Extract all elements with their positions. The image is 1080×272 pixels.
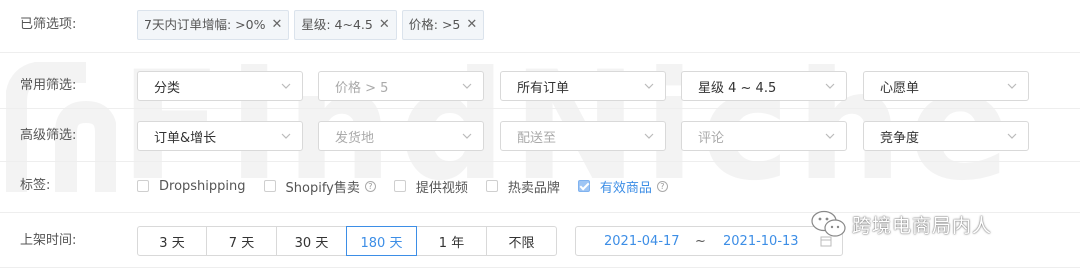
wechat-watermark: 跨境电商局内人 xyxy=(810,209,992,239)
common-filters-row: 常用筛选: 分类 价格 > 5 所有订单 星级 4 ~ 4.5 心愿单 xyxy=(0,71,1080,101)
chevron-down-icon xyxy=(825,133,835,139)
select-value: 分类 xyxy=(154,80,181,96)
competition-select[interactable]: 竞争度 xyxy=(863,121,1029,151)
checkbox[interactable] xyxy=(485,180,498,192)
select-value: 竞争度 xyxy=(880,130,920,146)
date-from[interactable]: 2021-04-17 xyxy=(604,234,680,249)
option-1-year[interactable]: 1 年 xyxy=(416,226,487,256)
divider xyxy=(0,108,1080,109)
wechat-icon xyxy=(811,210,846,237)
option-unlimited[interactable]: 不限 xyxy=(486,226,557,256)
option-7-days[interactable]: 7 天 xyxy=(206,226,277,256)
select-value: 订单&增长 xyxy=(154,130,217,146)
tag-hot-brand[interactable]: 热卖品牌 xyxy=(485,177,560,196)
chevron-down-icon xyxy=(644,133,654,139)
reviews-select[interactable]: 评论 xyxy=(681,121,847,151)
select-value: 心愿单 xyxy=(880,80,920,96)
date-range-picker[interactable]: 2021-04-17 ~ 2021-10-13 xyxy=(575,226,843,256)
selected-filters-label: 已筛选项: xyxy=(20,17,77,32)
tag-label: 有效商品 xyxy=(599,180,652,196)
divider xyxy=(0,161,1080,162)
chevron-down-icon xyxy=(1007,83,1017,89)
help-icon[interactable]: ? xyxy=(364,180,376,192)
common-filters-label: 常用筛选: xyxy=(20,78,77,93)
listing-time-options: 3 天 7 天 30 天 180 天 1 年 不限 xyxy=(137,226,557,256)
selected-filter-chips: 7天内订单增幅: >0% ✕ 星级: 4~4.5 ✕ 价格: >5 ✕ xyxy=(137,10,485,40)
date-to[interactable]: 2021-10-13 xyxy=(723,234,799,249)
select-value: 所有订单 xyxy=(517,80,570,96)
filter-chip-order-growth: 7天内订单增幅: >0% ✕ xyxy=(137,10,290,40)
close-icon[interactable]: ✕ xyxy=(271,11,282,39)
filter-chip-label: 星级: 4~4.5 xyxy=(301,17,373,32)
advanced-filters-label: 高级筛选: xyxy=(20,128,77,143)
option-3-days[interactable]: 3 天 xyxy=(137,226,207,256)
filter-chip-rating: 星级: 4~4.5 ✕ xyxy=(294,10,397,40)
checkbox[interactable] xyxy=(263,180,276,192)
listing-time-label: 上架时间: xyxy=(20,233,77,248)
filter-chip-label: 7天内订单增幅: >0% xyxy=(144,17,266,32)
option-30-days[interactable]: 30 天 xyxy=(276,226,347,256)
tag-label: 提供视频 xyxy=(415,180,468,196)
divider xyxy=(0,267,1080,268)
wishlist-select[interactable]: 心愿单 xyxy=(863,71,1029,101)
chevron-down-icon xyxy=(281,83,291,89)
ships-to-select[interactable]: 配送至 xyxy=(500,121,666,151)
select-value: 价格 > 5 xyxy=(335,80,389,96)
close-icon[interactable]: ✕ xyxy=(466,11,477,39)
select-value: 发货地 xyxy=(335,130,375,146)
tag-dropshipping[interactable]: Dropshipping xyxy=(137,179,246,194)
filter-chip-label: 价格: >5 xyxy=(408,17,461,32)
ships-from-select[interactable]: 发货地 xyxy=(318,121,484,151)
tag-checkboxes: Dropshipping Shopify售卖 ? 提供视频 热卖品牌 有效商品 … xyxy=(137,176,686,196)
selected-filters-row: 已筛选项: 7天内订单增幅: >0% ✕ 星级: 4~4.5 ✕ 价格: >5 … xyxy=(0,0,1080,52)
divider xyxy=(0,52,1080,53)
tag-video[interactable]: 提供视频 xyxy=(393,177,468,196)
advanced-filters-row: 高级筛选: 订单&增长 发货地 配送至 评论 竞争度 xyxy=(0,121,1080,151)
select-value: 星级 4 ~ 4.5 xyxy=(698,80,777,96)
tag-valid-product[interactable]: 有效商品 ? xyxy=(577,177,668,196)
wechat-account-text: 跨境电商局内人 xyxy=(852,214,993,237)
rating-select[interactable]: 星级 4 ~ 4.5 xyxy=(681,71,847,101)
checkbox[interactable] xyxy=(137,180,149,192)
select-value: 配送至 xyxy=(517,130,557,146)
select-value: 评论 xyxy=(698,130,725,146)
chevron-down-icon xyxy=(644,83,654,89)
tags-row: 标签: Dropshipping Shopify售卖 ? 提供视频 热卖品牌 有… xyxy=(0,176,1080,196)
date-separator: ~ xyxy=(695,233,706,249)
tag-label: Shopify售卖 xyxy=(285,180,360,196)
chevron-down-icon xyxy=(281,133,291,139)
close-icon[interactable]: ✕ xyxy=(379,11,390,39)
chevron-down-icon xyxy=(462,83,472,89)
chevron-down-icon xyxy=(825,83,835,89)
tags-label: 标签: xyxy=(20,178,51,193)
orders-growth-select[interactable]: 订单&增长 xyxy=(137,121,303,151)
help-icon[interactable]: ? xyxy=(656,180,668,192)
orders-select[interactable]: 所有订单 xyxy=(500,71,666,101)
chevron-down-icon xyxy=(462,133,472,139)
category-select[interactable]: 分类 xyxy=(137,71,303,101)
checkbox[interactable] xyxy=(393,180,406,192)
filter-chip-price: 价格: >5 ✕ xyxy=(401,10,485,40)
checkbox-checked[interactable] xyxy=(577,180,590,192)
option-180-days[interactable]: 180 天 xyxy=(346,226,417,256)
chevron-down-icon xyxy=(1007,133,1017,139)
tag-label: Dropshipping xyxy=(159,178,246,194)
tag-shopify[interactable]: Shopify售卖 ? xyxy=(263,177,376,196)
tag-label: 热卖品牌 xyxy=(507,180,560,196)
price-select[interactable]: 价格 > 5 xyxy=(318,71,484,101)
